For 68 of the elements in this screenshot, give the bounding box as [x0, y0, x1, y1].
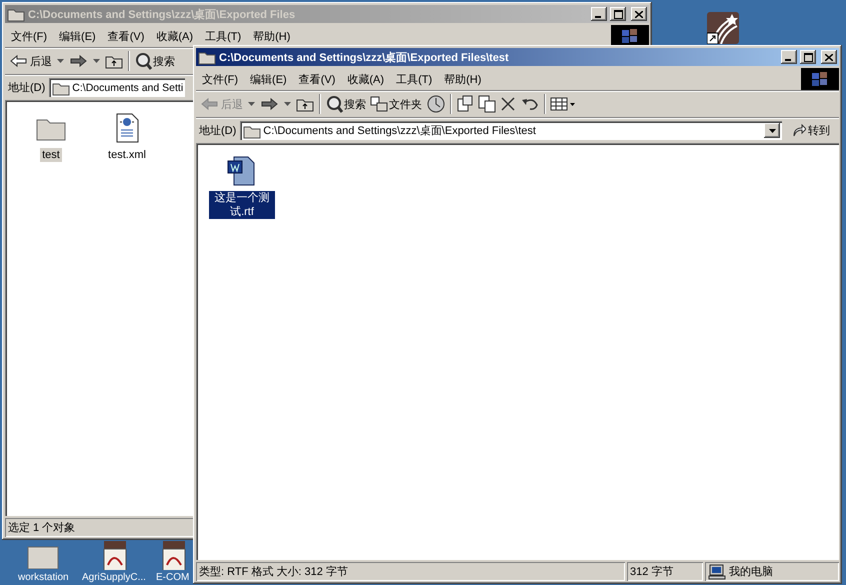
- file-name[interactable]: test.xml: [106, 148, 148, 162]
- menu-item[interactable]: 收藏(A): [150, 28, 200, 44]
- dropdown-button[interactable]: [764, 123, 780, 138]
- menu-item[interactable]: 文件(F): [196, 72, 244, 86]
- menu-item[interactable]: 工具(T): [390, 72, 438, 86]
- address-field[interactable]: C:\Documents and Setti: [49, 78, 186, 97]
- maximize-button[interactable]: [800, 50, 816, 64]
- back-button[interactable]: 后退: [7, 50, 66, 72]
- folders-button[interactable]: 文件夹: [368, 93, 424, 115]
- go-button[interactable]: 转到: [786, 120, 836, 140]
- close-icon: [825, 54, 833, 60]
- status-text: 选定 1 个对象: [8, 520, 76, 535]
- status-text: 我的电脑: [729, 564, 773, 579]
- desktop-icon-label[interactable]: E-COM: [156, 572, 190, 583]
- maximize-icon: [804, 52, 812, 62]
- search-icon: [325, 95, 344, 113]
- file-name[interactable]: 这是一个测试.rtf: [209, 191, 275, 219]
- desktop-icon-label[interactable]: workstation: [18, 572, 69, 583]
- maximize-button[interactable]: [610, 7, 626, 21]
- copy-to-icon: [478, 95, 496, 113]
- forward-arrow-icon: [68, 53, 88, 69]
- folders-icon: [370, 96, 388, 112]
- back-arrow-icon: [9, 53, 29, 69]
- views-icon: [550, 96, 576, 112]
- caret-icon: [93, 59, 100, 63]
- address-field[interactable]: C:\Documents and Settings\zzz\桌面\Exported Files\test: [240, 121, 782, 140]
- back-arrow-icon: [200, 96, 220, 112]
- menu-item[interactable]: 帮助(H): [438, 72, 488, 86]
- close-button[interactable]: [631, 7, 647, 21]
- copy-button[interactable]: [476, 93, 498, 115]
- address-label: 地址(D): [8, 81, 46, 95]
- computer-icon: [708, 564, 726, 580]
- window-title: C:\Documents and Settings\zzz\桌面\Exported Files: [28, 8, 296, 22]
- minimize-button[interactable]: [781, 50, 797, 64]
- status-text: 类型: RTF 格式 大小: 312 字节: [199, 564, 348, 579]
- windows-logo-icon: [620, 28, 640, 44]
- minimize-button[interactable]: [591, 7, 607, 21]
- history-icon: [426, 94, 446, 114]
- address-label: 地址(D): [199, 124, 236, 138]
- desktop-icon-label[interactable]: AgriSupplyC...: [82, 572, 146, 583]
- caret-icon: [57, 59, 64, 63]
- close-icon: [635, 10, 643, 18]
- search-button[interactable]: 搜索: [132, 50, 178, 72]
- menu-item[interactable]: 编辑(E): [53, 28, 102, 44]
- status-text: 312 字节: [630, 564, 674, 579]
- shortcut-icon[interactable]: [707, 12, 739, 44]
- caret-icon: [284, 102, 292, 106]
- file-name[interactable]: test: [40, 148, 62, 162]
- undo-icon: [520, 96, 540, 112]
- move-to-icon: [456, 95, 474, 113]
- window-title: C:\Documents and Settings\zzz\桌面\Exported Files\test: [219, 50, 510, 64]
- menu-item[interactable]: 帮助(H): [247, 28, 296, 44]
- go-arrow-icon: [792, 124, 806, 138]
- menu-item[interactable]: 查看(V): [292, 72, 342, 86]
- caret-icon: [248, 102, 256, 106]
- search-icon: [134, 52, 152, 70]
- search-button[interactable]: 搜索: [323, 93, 368, 115]
- menu-item[interactable]: 收藏(A): [341, 72, 390, 86]
- forward-arrow-icon: [259, 96, 280, 112]
- menu-item[interactable]: 查看(V): [102, 28, 150, 44]
- menu-item[interactable]: 编辑(E): [244, 72, 293, 86]
- menu-item[interactable]: 文件(F): [5, 28, 54, 44]
- caret-icon: [768, 128, 776, 132]
- delete-icon: [500, 96, 516, 112]
- maximize-icon: [614, 10, 622, 18]
- menu-item[interactable]: 工具(T): [199, 28, 248, 44]
- close-button[interactable]: [821, 50, 837, 64]
- windows-logo-icon: [810, 71, 830, 87]
